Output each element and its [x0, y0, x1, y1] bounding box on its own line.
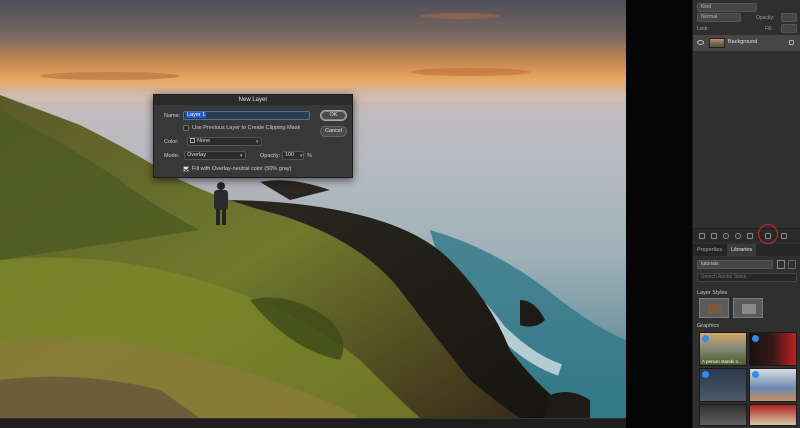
- layer-style-preview-2: [742, 304, 756, 314]
- tab-libraries[interactable]: Libraries: [727, 244, 757, 256]
- opacity-value: 100: [285, 152, 295, 158]
- lock-icon: [789, 40, 794, 45]
- color-swatch-icon: [190, 138, 195, 144]
- layer-thumbnail: [709, 38, 725, 48]
- canvas-status-bar: [0, 418, 626, 428]
- name-label: Name:: [164, 113, 181, 119]
- fill-neutral-checkbox[interactable]: [183, 166, 189, 172]
- layers-toolbar: [693, 228, 800, 242]
- blend-mode-value: Normal: [701, 14, 718, 20]
- check-icon: [702, 335, 709, 342]
- layer-row-background[interactable]: Background: [693, 35, 800, 51]
- mode-label: Mode:: [164, 153, 180, 159]
- blend-mode-select[interactable]: Normal: [697, 13, 741, 22]
- library-select-value: tutorials: [701, 261, 719, 267]
- group-folder-icon[interactable]: [747, 233, 753, 239]
- layer-style-preview-1: [708, 304, 722, 314]
- panel-tabs: Properties Libraries: [693, 244, 800, 256]
- ok-button[interactable]: OK: [320, 110, 347, 121]
- landscape-photo: [0, 13, 626, 418]
- new-layer-highlight-circle: [758, 224, 778, 244]
- adjustment-icon[interactable]: [735, 233, 741, 239]
- graphic-tile-2[interactable]: [749, 332, 797, 366]
- cancel-button[interactable]: Cancel: [320, 126, 347, 137]
- color-label: Color:: [164, 139, 179, 145]
- opacity-field[interactable]: [781, 13, 797, 22]
- new-layer-dialog: New Layer Name: Layer 1 Use Previous Lay…: [153, 94, 353, 178]
- color-value: None: [197, 138, 211, 144]
- trash-icon[interactable]: [781, 233, 787, 239]
- layer-filter-text: Kind: [701, 4, 712, 10]
- chevron-down-icon[interactable]: ▾: [300, 153, 303, 159]
- clipping-mask-checkbox[interactable]: [183, 125, 189, 131]
- chevron-down-icon: ▾: [256, 139, 259, 145]
- dialog-title: New Layer: [154, 95, 352, 105]
- graphic-tile-4[interactable]: [749, 368, 797, 402]
- chevron-down-icon: ▾: [240, 153, 243, 159]
- lock-label: Lock:: [697, 26, 709, 32]
- graphic-tile-5[interactable]: [699, 404, 747, 426]
- layer-filter-field[interactable]: Kind: [697, 3, 757, 12]
- layer-style-swatch-1[interactable]: [699, 298, 729, 318]
- check-icon: [702, 371, 709, 378]
- opacity-label: Opacity:: [756, 15, 775, 21]
- mask-icon[interactable]: [723, 233, 729, 239]
- color-select[interactable]: None: [187, 137, 262, 146]
- library-search-input[interactable]: Search Adobe Stock: [697, 273, 797, 282]
- tab-properties[interactable]: Properties: [693, 244, 726, 256]
- name-value: Layer 1: [186, 112, 207, 118]
- layer-styles-heading[interactable]: Layer Styles: [697, 290, 727, 296]
- document-canvas[interactable]: [0, 0, 626, 418]
- graphic-tile-6[interactable]: [749, 404, 797, 426]
- clipping-mask-label: Use Previous Layer to Create Clipping Ma…: [192, 125, 301, 131]
- graphic-tile-1[interactable]: A person stands o...: [699, 332, 747, 366]
- library-select[interactable]: tutorials: [697, 260, 773, 269]
- name-field[interactable]: Layer 1: [183, 111, 310, 120]
- mode-select[interactable]: Overlay: [184, 151, 246, 160]
- fx-icon[interactable]: [711, 233, 717, 239]
- canvas-pasteboard: [626, 0, 692, 428]
- right-panel: Kind Normal Opacity: Lock: Fill: Backgro…: [692, 0, 800, 428]
- graphic-caption: A person stands o...: [702, 359, 742, 364]
- library-search-placeholder: Search Adobe Stock: [701, 274, 747, 280]
- opacity-unit: %: [307, 153, 312, 159]
- opacity-label: Opacity:: [260, 153, 281, 159]
- graphic-tile-3[interactable]: [699, 368, 747, 402]
- check-icon: [752, 371, 759, 378]
- fill-neutral-label: Fill with Overlay-neutral color (50% gra…: [192, 166, 292, 172]
- fill-field[interactable]: [781, 24, 797, 33]
- graphics-heading[interactable]: Graphics: [697, 323, 719, 329]
- grid-view-icon[interactable]: [777, 260, 785, 269]
- fill-label: Fill:: [765, 26, 773, 32]
- mode-value: Overlay: [187, 152, 206, 158]
- list-view-icon[interactable]: [788, 260, 796, 269]
- layer-style-swatch-2[interactable]: [733, 298, 763, 318]
- link-icon[interactable]: [699, 233, 705, 239]
- check-icon: [752, 335, 759, 342]
- layer-name: Background: [728, 39, 758, 45]
- eye-icon[interactable]: [697, 40, 704, 45]
